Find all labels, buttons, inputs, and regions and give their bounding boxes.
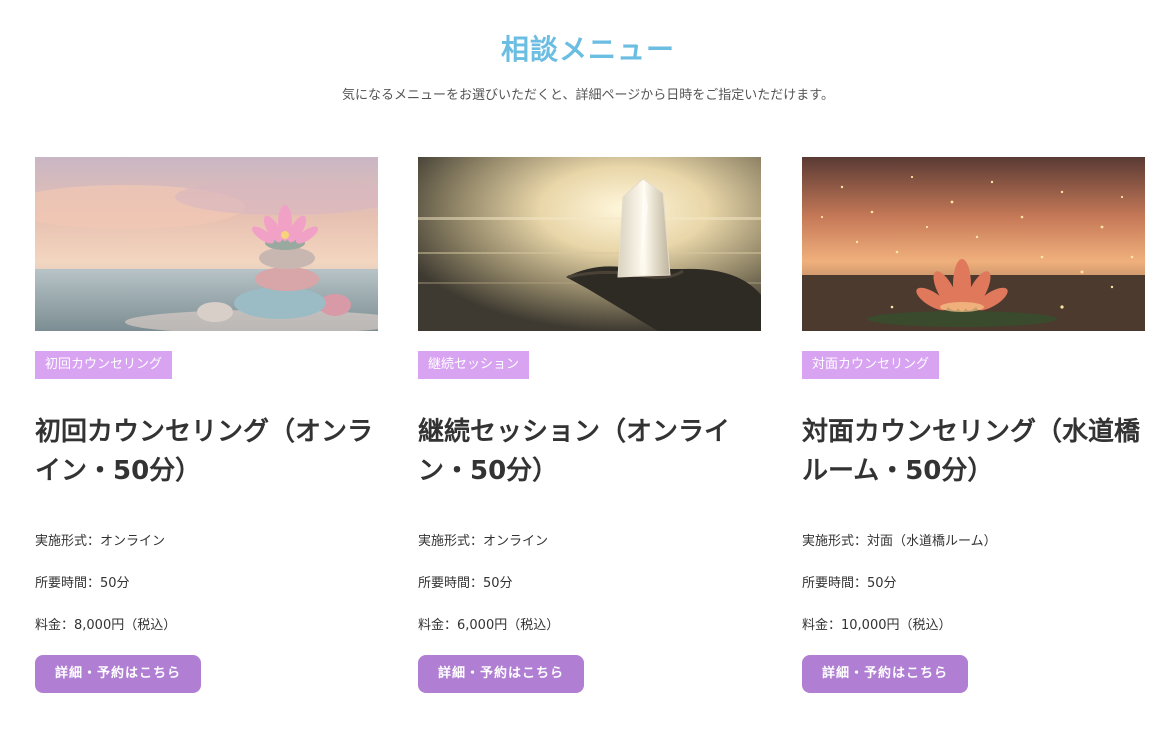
consultation-menu-section: 相談メニュー 気になるメニューをお選びいただくと、詳細ページから日時をご指定いた… (0, 0, 1176, 730)
card-title[interactable]: 継続セッション（オンライン・50分） (418, 413, 761, 491)
category-tag: 対面カウンセリング (802, 351, 940, 379)
card-title[interactable]: 対面カウンセリング（水道橋ルーム・50分） (802, 413, 1145, 491)
menu-card-first-counseling: 初回カウンセリング 初回カウンセリング（オンライン・50分） 実施形式：オンライ… (35, 157, 378, 717)
format-text: 実施形式：オンライン (35, 534, 166, 549)
card-image-crystal-hands[interactable] (418, 157, 761, 331)
format-text: 実施形式：オンライン (418, 534, 549, 549)
section-title: 相談メニュー (500, 33, 675, 66)
card-image-glowing-lotus[interactable] (802, 157, 1145, 331)
card-image-lotus-stones[interactable] (35, 157, 378, 331)
duration-text: 所要時間：50分 (802, 576, 897, 591)
category-tag: 継続セッション (418, 351, 530, 379)
details-reserve-button[interactable]: 詳細・予約はこちら (35, 655, 201, 693)
price-text: 料金：10,000円（税込） (802, 618, 952, 633)
duration-text: 所要時間：50分 (35, 576, 130, 591)
card-title[interactable]: 初回カウンセリング（オンライン・50分） (35, 413, 378, 491)
price-text: 料金：8,000円（税込） (35, 618, 177, 633)
format-text: 実施形式：対面（水道橋ルーム） (802, 534, 997, 549)
price-text: 料金：6,000円（税込） (418, 618, 560, 633)
section-subtitle: 気になるメニューをお選びいただくと、詳細ページから日時をご指定いただけます。 (342, 88, 834, 103)
duration-text: 所要時間：50分 (418, 576, 513, 591)
details-reserve-button[interactable]: 詳細・予約はこちら (802, 655, 968, 693)
menu-card-continuing-session: 継続セッション 継続セッション（オンライン・50分） 実施形式：オンライン 所要… (418, 157, 761, 717)
category-tag: 初回カウンセリング (35, 351, 173, 379)
details-reserve-button[interactable]: 詳細・予約はこちら (418, 655, 584, 693)
menu-card-in-person-counseling: 対面カウンセリング 対面カウンセリング（水道橋ルーム・50分） 実施形式：対面（… (802, 157, 1145, 717)
